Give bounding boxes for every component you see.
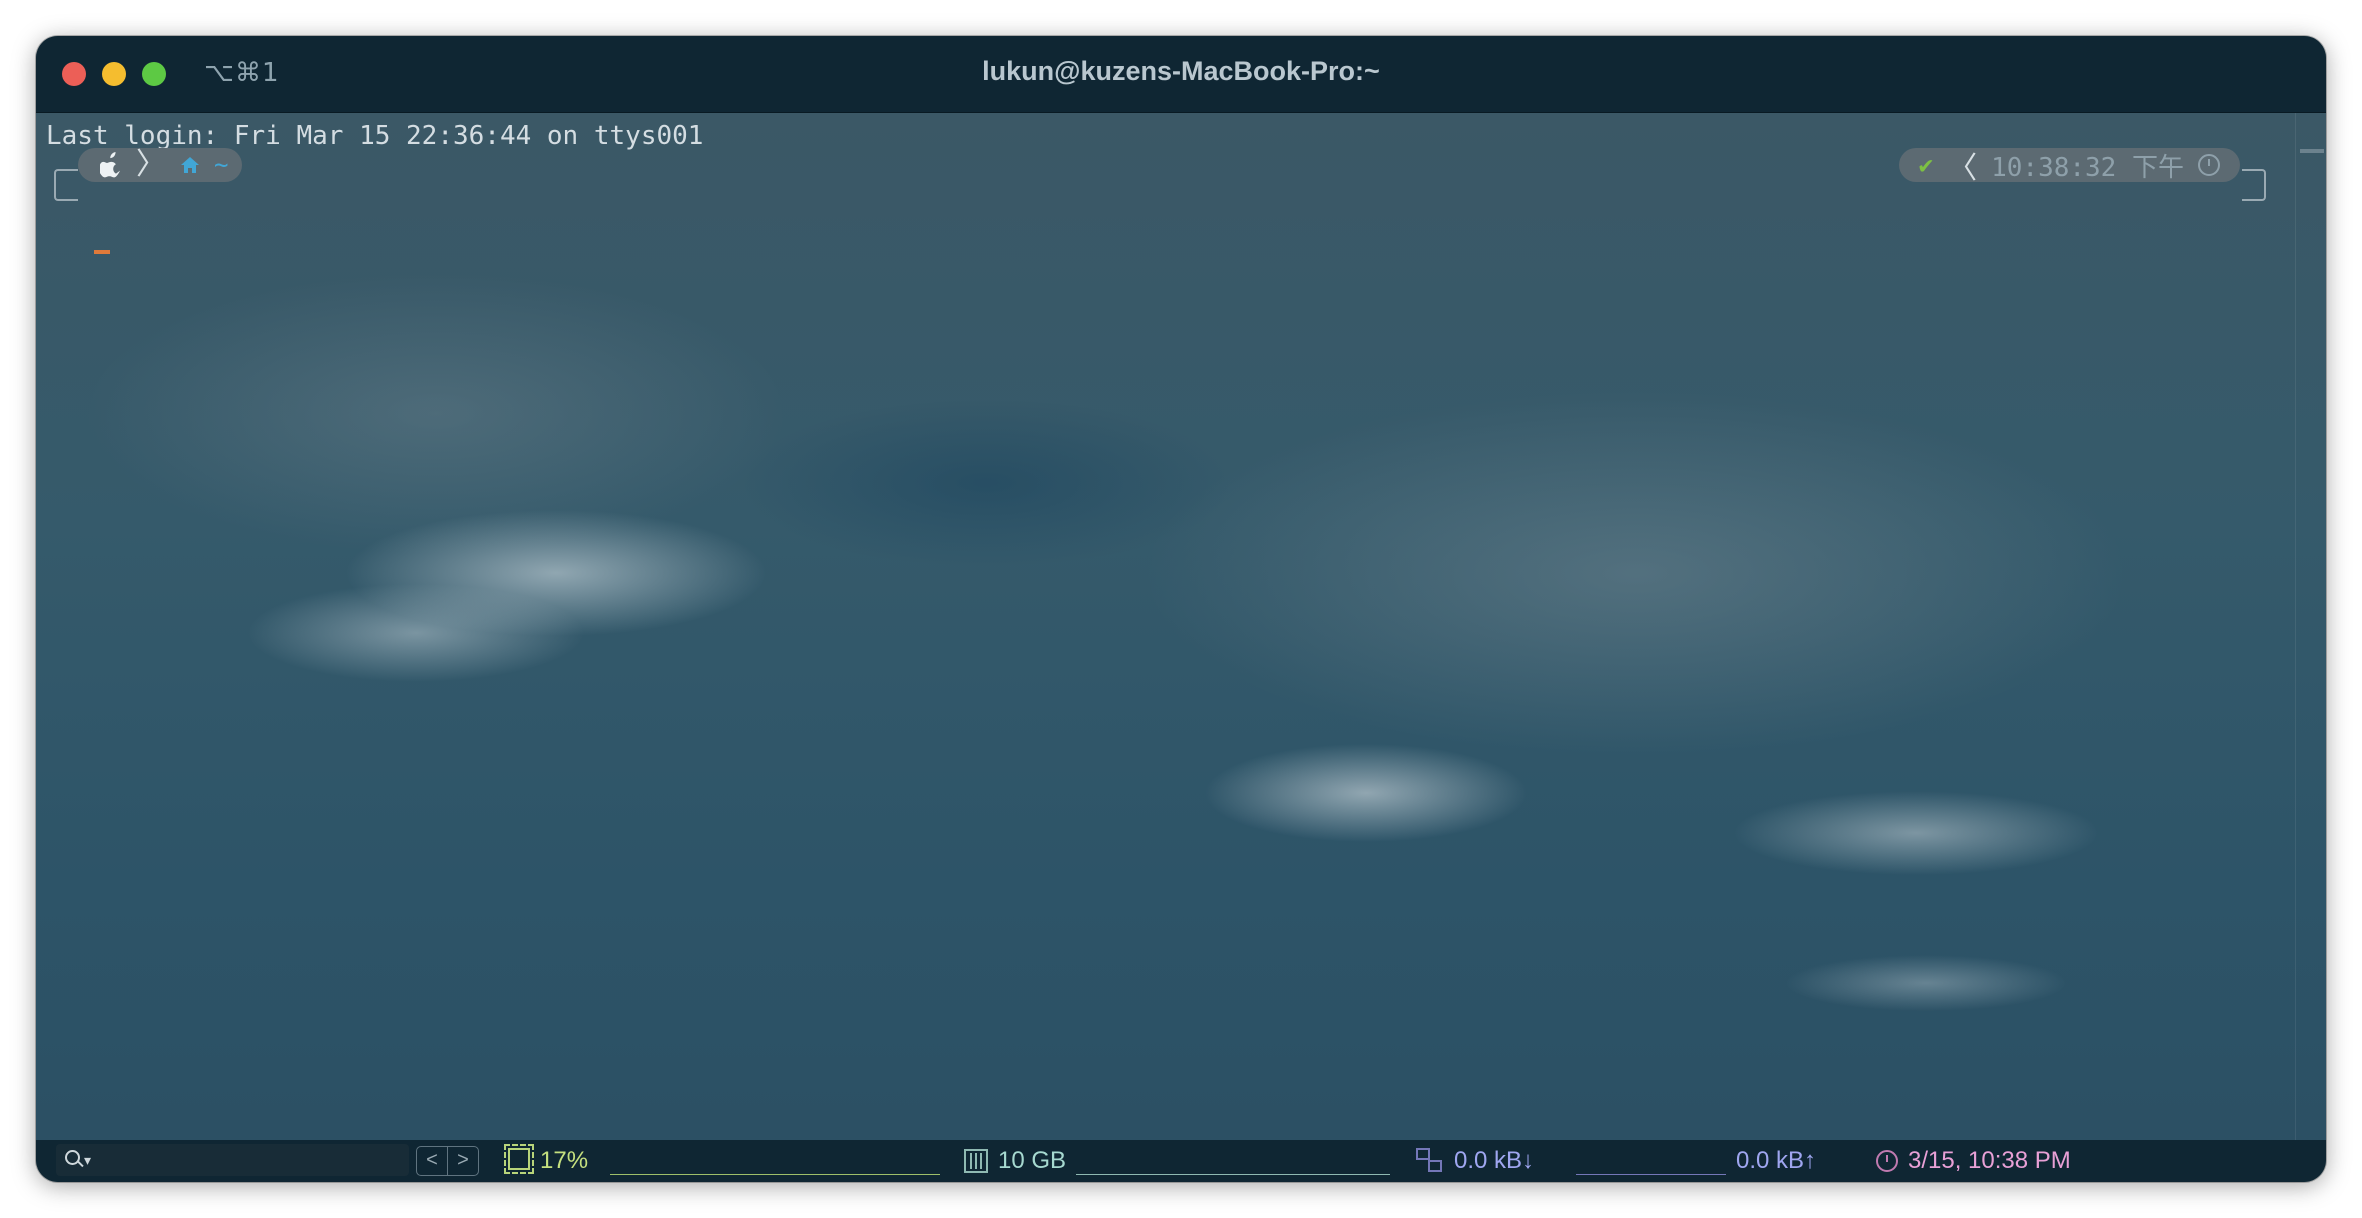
apple-icon: [100, 152, 120, 178]
segment-separator-icon: 〈: [1947, 151, 1978, 186]
home-icon: [181, 157, 199, 173]
memory-icon: [964, 1149, 988, 1173]
window-title: lukun@kuzens-MacBook-Pro:~: [982, 56, 1380, 86]
current-path: ~: [214, 151, 229, 179]
prompt-time: 10:38:32 下午: [1991, 152, 2184, 183]
previous-button[interactable]: <: [416, 1146, 448, 1176]
clock-icon: [1876, 1150, 1898, 1172]
cpu-icon: [504, 1144, 534, 1174]
prompt-right-segment: ✔ 〈 10:38:32 下午: [1898, 148, 2240, 186]
title-bar[interactable]: ⌥⌘1 lukun@kuzens-MacBook-Pro:~: [36, 36, 2326, 113]
clock-icon: [2198, 154, 2220, 176]
check-icon: ✔: [1918, 151, 1934, 179]
status-bar: ▾ < > 17% 10 GB 0.0 kB↓ 0.0 kB↑ 3/15, 10…: [36, 1140, 2326, 1182]
search-input[interactable]: ▾: [56, 1144, 409, 1176]
next-button[interactable]: >: [447, 1146, 479, 1176]
prompt-left-segment: 〉 ~: [78, 147, 243, 182]
scrollbar[interactable]: [2295, 113, 2326, 1140]
network-graph: [1576, 1174, 1726, 1175]
text-cursor: [94, 250, 110, 254]
segment-separator-icon: 〉: [136, 147, 166, 182]
datetime[interactable]: 3/15, 10:38 PM: [1908, 1147, 2071, 1175]
cpu-graph: [610, 1174, 940, 1175]
network-icon: [1416, 1148, 1442, 1172]
prompt-frame-left: [54, 169, 78, 201]
terminal-window: ⌥⌘1 lukun@kuzens-MacBook-Pro:~ Last logi…: [36, 36, 2326, 1182]
memory-usage[interactable]: 10 GB: [998, 1147, 1066, 1175]
cpu-usage[interactable]: 17%: [540, 1147, 588, 1175]
memory-graph: [1076, 1174, 1390, 1175]
network-upload[interactable]: 0.0 kB↑: [1736, 1147, 1816, 1175]
terminal-area[interactable]: Last login: Fri Mar 15 22:36:44 on ttys0…: [36, 113, 2326, 1140]
search-icon[interactable]: [64, 1149, 86, 1171]
network-download[interactable]: 0.0 kB↓: [1454, 1147, 1534, 1175]
prompt-frame-right: [2242, 169, 2266, 201]
scroll-thumb[interactable]: [2300, 149, 2324, 153]
